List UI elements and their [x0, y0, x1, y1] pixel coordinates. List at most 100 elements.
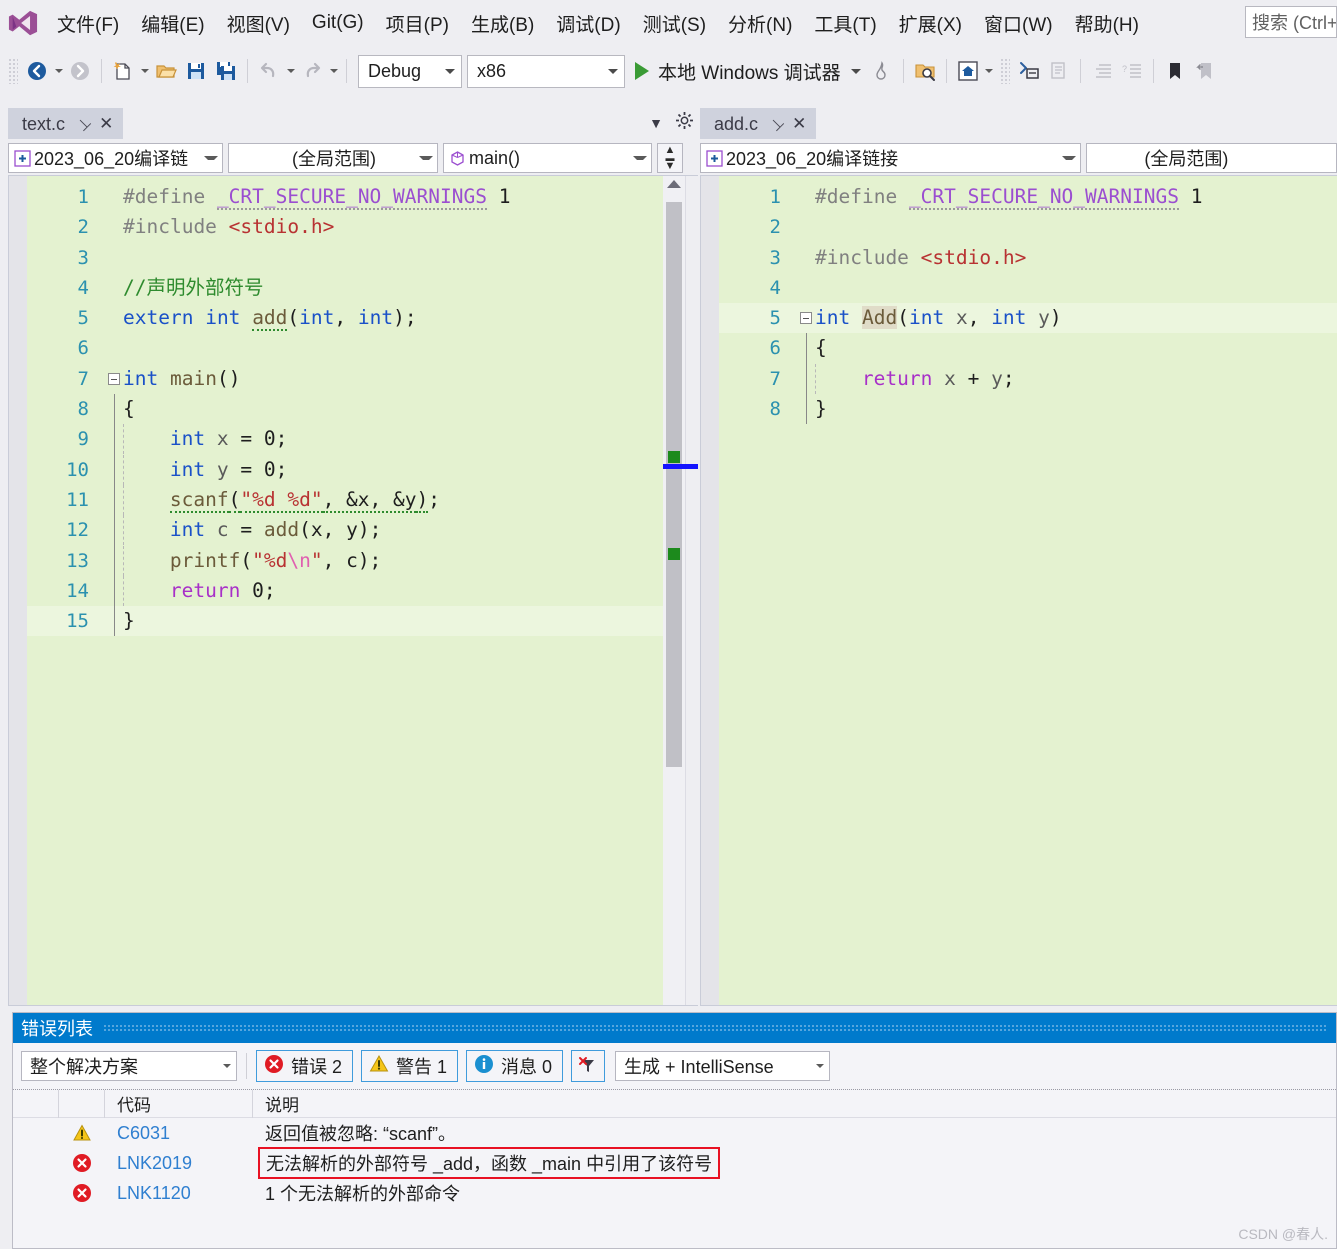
tab-text-c[interactable]: text.c ⊣ ✕	[8, 108, 124, 139]
menu-item-debug[interactable]: 调试(D)	[545, 6, 631, 41]
comment-icon[interactable]	[1014, 54, 1044, 88]
member-dropdown-left[interactable]: main()	[443, 143, 652, 173]
code-line[interactable]: 7 return x + y;	[719, 363, 1337, 395]
column-header-description[interactable]: 说明	[253, 1090, 1336, 1118]
menu-item-project[interactable]: 项目(P)	[375, 6, 460, 41]
code-line[interactable]: 13 printf("%d\n", c);	[27, 545, 698, 576]
toolbar-grip[interactable]	[8, 58, 18, 84]
column-header-code[interactable]: 代码	[105, 1089, 253, 1118]
solution-platform-dropdown[interactable]: x86	[467, 54, 625, 88]
hot-reload-icon[interactable]	[867, 54, 897, 88]
error-code[interactable]: LNK1120	[105, 1183, 253, 1204]
search-box[interactable]: 搜索 (Ctrl+	[1245, 6, 1337, 38]
pin-icon[interactable]: ⊣	[766, 113, 788, 135]
menu-item-help[interactable]: 帮助(H)	[1064, 6, 1150, 41]
code-line[interactable]: 4	[719, 273, 1337, 303]
start-debugging-button[interactable]: 本地 Windows 调试器	[625, 54, 867, 88]
menu-item-tools[interactable]: 工具(T)	[803, 6, 887, 41]
code-line[interactable]: 3 #include <stdio.h>	[719, 243, 1337, 273]
search-input[interactable]: 搜索 (Ctrl+	[1252, 9, 1336, 35]
code-line[interactable]: 12 int c = add(x, y);	[27, 515, 698, 546]
code-line[interactable]: 11 scanf("%d %d", &x, &y);	[27, 484, 698, 516]
solution-configuration-dropdown[interactable]: Debug	[358, 54, 462, 88]
code-line[interactable]: 1 #define _CRT_SECURE_NO_WARNINGS 1	[719, 182, 1337, 212]
code-line[interactable]: 6{	[719, 333, 1337, 364]
open-file-icon[interactable]	[151, 54, 181, 88]
indicator-margin-left[interactable]	[9, 176, 27, 1005]
scrollbar-thumb[interactable]	[666, 202, 682, 767]
code-editor-left[interactable]: 1 #define _CRT_SECURE_NO_WARNINGS 1 2 #incl…	[8, 175, 698, 1006]
close-icon[interactable]: ✕	[99, 114, 113, 134]
error-scope-dropdown[interactable]: 整个解决方案	[21, 1051, 237, 1081]
clear-filter-icon[interactable]	[571, 1050, 606, 1082]
home-dropdown-icon[interactable]	[983, 54, 996, 88]
toolbar-grip[interactable]	[999, 58, 1010, 84]
split-editor-icon[interactable]: ▲ ▬ ▼	[657, 143, 683, 173]
code-line[interactable]: 14 return 0;	[27, 575, 698, 607]
code-line[interactable]: 10 int y = 0;	[27, 454, 698, 485]
new-file-icon[interactable]	[108, 54, 138, 88]
home-icon[interactable]	[953, 54, 983, 88]
column-header-severity[interactable]	[59, 1089, 105, 1118]
increase-indent-icon[interactable]	[1087, 54, 1117, 88]
menu-item-edit[interactable]: 编辑(E)	[130, 6, 215, 41]
indicator-margin-right[interactable]	[701, 176, 719, 1005]
code-line[interactable]: 8}	[719, 394, 1337, 425]
navigate-forward-icon[interactable]	[65, 54, 95, 88]
error-list-row[interactable]: C6031 返回值被忽略: “scanf”。	[13, 1118, 1336, 1148]
warnings-filter-button[interactable]: 警告 1	[361, 1050, 459, 1082]
close-icon[interactable]: ✕	[792, 114, 806, 134]
error-list-row[interactable]: LNK1120 1 个无法解析的外部命令	[13, 1178, 1336, 1208]
code-line[interactable]: 7 int main()	[27, 364, 698, 394]
messages-filter-button[interactable]: 消息 0	[466, 1050, 564, 1082]
menu-item-test[interactable]: 测试(S)	[632, 6, 717, 41]
bookmark-icon[interactable]	[1160, 54, 1190, 88]
undo-dropdown-icon[interactable]	[284, 54, 297, 88]
collapse-region-icon[interactable]	[105, 372, 123, 385]
menu-item-extensions[interactable]: 扩展(X)	[888, 6, 973, 41]
navigate-backward-dropdown-icon[interactable]	[52, 54, 65, 88]
uncomment-icon[interactable]	[1044, 54, 1074, 88]
code-line[interactable]: 4 //声明外部符号	[27, 273, 698, 303]
code-line[interactable]: 5 extern int add(int, int);	[27, 303, 698, 333]
decrease-indent-icon[interactable]: ?	[1117, 54, 1147, 88]
scope-dropdown-right[interactable]: (全局范围)	[1086, 143, 1337, 173]
save-all-icon[interactable]	[211, 54, 241, 88]
code-line[interactable]: 9 int x = 0;	[27, 424, 698, 455]
code-line[interactable]: 2	[719, 212, 1337, 242]
undo-icon[interactable]	[254, 54, 284, 88]
errors-filter-button[interactable]: 错误 2	[256, 1050, 354, 1082]
save-icon[interactable]	[181, 54, 211, 88]
code-line[interactable]: 15}	[27, 606, 698, 637]
menu-item-git[interactable]: Git(G)	[301, 8, 375, 38]
code-text-right[interactable]: 1 #define _CRT_SECURE_NO_WARNINGS 1 2 3 #inc…	[719, 176, 1337, 1005]
chevron-down-icon[interactable]: ▼	[649, 115, 663, 131]
menu-item-analyze[interactable]: 分析(N)	[717, 6, 803, 41]
code-text-left[interactable]: 1 #define _CRT_SECURE_NO_WARNINGS 1 2 #incl…	[27, 176, 698, 1005]
collapse-region-icon[interactable]	[797, 312, 815, 325]
error-code[interactable]: C6031	[105, 1123, 253, 1144]
chevron-down-icon[interactable]	[850, 68, 861, 74]
menu-item-build[interactable]: 生成(B)	[460, 6, 545, 41]
title-bar-grip[interactable]	[103, 1024, 1328, 1032]
new-file-dropdown-icon[interactable]	[138, 54, 151, 88]
tab-add-c[interactable]: add.c ⊣ ✕	[700, 108, 817, 139]
code-line[interactable]: 8{	[27, 394, 698, 425]
project-dropdown-right[interactable]: 2023_06_20编译链接	[700, 143, 1082, 173]
navigate-backward-icon[interactable]	[22, 54, 52, 88]
scope-dropdown-left[interactable]: (全局范围)	[228, 143, 438, 173]
previous-bookmark-icon[interactable]	[1190, 54, 1220, 88]
scroll-up-icon[interactable]	[667, 180, 681, 188]
redo-dropdown-icon[interactable]	[327, 54, 340, 88]
code-line[interactable]: 5 int Add(int x, int y)	[719, 303, 1337, 334]
code-editor-right[interactable]: 1 #define _CRT_SECURE_NO_WARNINGS 1 2 3 #inc…	[700, 175, 1337, 1006]
solution-explorer-search-icon[interactable]	[910, 54, 940, 88]
pin-icon[interactable]: ⊣	[73, 113, 95, 135]
code-line[interactable]: 2 #include <stdio.h>	[27, 212, 698, 242]
gear-icon[interactable]	[675, 111, 694, 135]
menu-item-window[interactable]: 窗口(W)	[973, 6, 1064, 41]
vertical-scrollbar-left[interactable]	[663, 176, 685, 1005]
menu-item-file[interactable]: 文件(F)	[46, 6, 130, 41]
code-line[interactable]: 1 #define _CRT_SECURE_NO_WARNINGS 1	[27, 182, 698, 212]
menu-item-view[interactable]: 视图(V)	[216, 6, 301, 41]
